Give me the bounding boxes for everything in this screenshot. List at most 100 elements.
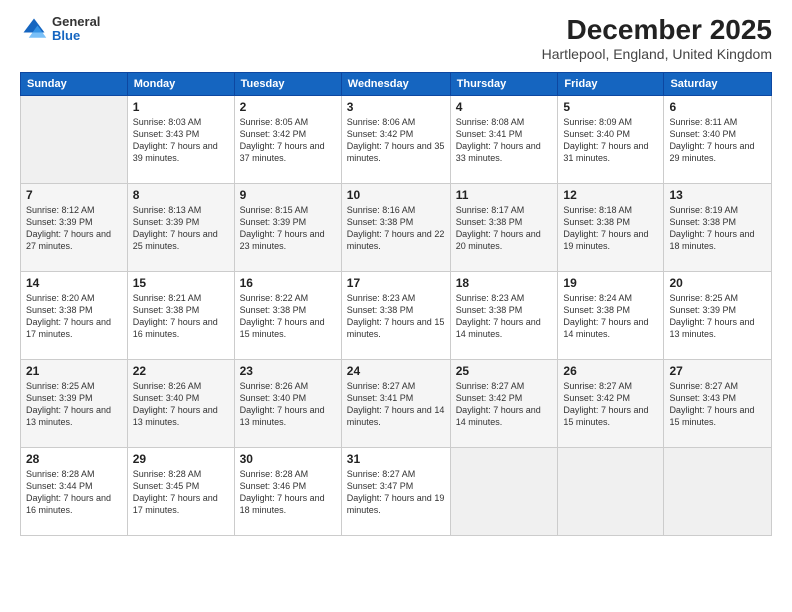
day-number: 23 xyxy=(240,364,336,378)
page: General Blue December 2025 Hartlepool, E… xyxy=(0,0,792,612)
day-cell: 29Sunrise: 8:28 AM Sunset: 3:45 PM Dayli… xyxy=(127,447,234,535)
day-cell: 20 Sunrise: 8:25 AM Sunset: 3:39 PM Dayli… xyxy=(664,271,772,359)
location: Hartlepool, England, United Kingdom xyxy=(542,46,772,62)
day-cell: 11 Sunrise: 8:17 AM Sunset: 3:38 PM Dayli… xyxy=(450,183,558,271)
day-number: 27 xyxy=(669,364,766,378)
day-number: 3 xyxy=(347,100,445,114)
day-number: 6 xyxy=(669,100,766,114)
day-info: Sunrise: 8:23 AM Sunset: 3:38 PM Dayligh… xyxy=(456,292,553,341)
calendar-body: 1 Sunrise: 8:03 AM Sunset: 3:43 PM Daylig… xyxy=(21,95,772,535)
week-row-4: 21 Sunrise: 8:25 AM Sunset: 3:39 PM Dayli… xyxy=(21,359,772,447)
day-number: 10 xyxy=(347,188,445,202)
day-cell: 8Sunrise: 8:13 AM Sunset: 3:39 PM Daylig… xyxy=(127,183,234,271)
day-info: Sunrise: 8:21 AM Sunset: 3:38 PM Dayligh… xyxy=(133,292,229,341)
day-number: 16 xyxy=(240,276,336,290)
day-info: Sunrise: 8:18 AM Sunset: 3:38 PM Dayligh… xyxy=(563,204,658,253)
day-info: Sunrise: 8:23 AM Sunset: 3:38 PM Dayligh… xyxy=(347,292,445,341)
day-cell xyxy=(664,447,772,535)
day-info: Sunrise: 8:15 AM Sunset: 3:39 PM Dayligh… xyxy=(240,204,336,253)
day-cell: 27 Sunrise: 8:27 AM Sunset: 3:43 PM Dayli… xyxy=(664,359,772,447)
day-number: 1 xyxy=(133,100,229,114)
day-cell: 5 Sunrise: 8:09 AM Sunset: 3:40 PM Daylig… xyxy=(558,95,664,183)
logo-general: General xyxy=(52,15,100,29)
day-number: 15 xyxy=(133,276,229,290)
day-cell: 7 Sunrise: 8:12 AM Sunset: 3:39 PM Daylig… xyxy=(21,183,128,271)
day-number: 26 xyxy=(563,364,658,378)
day-info: Sunrise: 8:25 AM Sunset: 3:39 PM Dayligh… xyxy=(669,292,766,341)
day-cell: 13Sunrise: 8:19 AM Sunset: 3:38 PM Dayli… xyxy=(664,183,772,271)
day-number: 12 xyxy=(563,188,658,202)
col-wednesday: Wednesday xyxy=(341,72,450,95)
day-info: Sunrise: 8:20 AM Sunset: 3:38 PM Dayligh… xyxy=(26,292,122,341)
day-number: 19 xyxy=(563,276,658,290)
day-number: 18 xyxy=(456,276,553,290)
header: General Blue December 2025 Hartlepool, E… xyxy=(20,15,772,62)
day-number: 24 xyxy=(347,364,445,378)
day-number: 17 xyxy=(347,276,445,290)
day-info: Sunrise: 8:16 AM Sunset: 3:38 PM Dayligh… xyxy=(347,204,445,253)
day-number: 20 xyxy=(669,276,766,290)
day-number: 21 xyxy=(26,364,122,378)
day-cell: 22 Sunrise: 8:26 AM Sunset: 3:40 PM Dayli… xyxy=(127,359,234,447)
week-row-1: 1 Sunrise: 8:03 AM Sunset: 3:43 PM Daylig… xyxy=(21,95,772,183)
day-info: Sunrise: 8:27 AM Sunset: 3:42 PM Dayligh… xyxy=(563,380,658,429)
day-cell: 24 Sunrise: 8:27 AM Sunset: 3:41 PM Dayli… xyxy=(341,359,450,447)
day-cell: 18 Sunrise: 8:23 AM Sunset: 3:38 PM Dayli… xyxy=(450,271,558,359)
day-info: Sunrise: 8:25 AM Sunset: 3:39 PM Dayligh… xyxy=(26,380,122,429)
logo-text: General Blue xyxy=(52,15,100,44)
day-number: 9 xyxy=(240,188,336,202)
day-info: Sunrise: 8:26 AM Sunset: 3:40 PM Dayligh… xyxy=(240,380,336,429)
day-cell: 9 Sunrise: 8:15 AM Sunset: 3:39 PM Daylig… xyxy=(234,183,341,271)
day-info: Sunrise: 8:17 AM Sunset: 3:38 PM Dayligh… xyxy=(456,204,553,253)
day-info: Sunrise: 8:12 AM Sunset: 3:39 PM Dayligh… xyxy=(26,204,122,253)
day-info: Sunrise: 8:24 AM Sunset: 3:38 PM Dayligh… xyxy=(563,292,658,341)
day-number: 11 xyxy=(456,188,553,202)
day-cell: 10 Sunrise: 8:16 AM Sunset: 3:38 PM Dayli… xyxy=(341,183,450,271)
day-number: 28 xyxy=(26,452,122,466)
day-cell: 31Sunrise: 8:27 AM Sunset: 3:47 PM Dayli… xyxy=(341,447,450,535)
day-number: 4 xyxy=(456,100,553,114)
day-cell: 17 Sunrise: 8:23 AM Sunset: 3:38 PM Dayli… xyxy=(341,271,450,359)
day-cell: 25 Sunrise: 8:27 AM Sunset: 3:42 PM Dayli… xyxy=(450,359,558,447)
col-monday: Monday xyxy=(127,72,234,95)
day-cell: 26 Sunrise: 8:27 AM Sunset: 3:42 PM Dayli… xyxy=(558,359,664,447)
day-info: Sunrise: 8:27 AM Sunset: 3:42 PM Dayligh… xyxy=(456,380,553,429)
col-friday: Friday xyxy=(558,72,664,95)
day-cell: 12 Sunrise: 8:18 AM Sunset: 3:38 PM Dayli… xyxy=(558,183,664,271)
day-cell xyxy=(450,447,558,535)
day-number: 8 xyxy=(133,188,229,202)
calendar-header: Sunday Monday Tuesday Wednesday Thursday… xyxy=(21,72,772,95)
day-info: Sunrise: 8:27 AM Sunset: 3:41 PM Dayligh… xyxy=(347,380,445,429)
day-number: 5 xyxy=(563,100,658,114)
week-row-3: 14Sunrise: 8:20 AM Sunset: 3:38 PM Dayli… xyxy=(21,271,772,359)
day-cell: 30Sunrise: 8:28 AM Sunset: 3:46 PM Dayli… xyxy=(234,447,341,535)
logo-icon xyxy=(20,15,48,43)
day-cell: 15 Sunrise: 8:21 AM Sunset: 3:38 PM Dayli… xyxy=(127,271,234,359)
day-number: 29 xyxy=(133,452,229,466)
day-cell: 16Sunrise: 8:22 AM Sunset: 3:38 PM Dayli… xyxy=(234,271,341,359)
day-cell: 28Sunrise: 8:28 AM Sunset: 3:44 PM Dayli… xyxy=(21,447,128,535)
day-info: Sunrise: 8:08 AM Sunset: 3:41 PM Dayligh… xyxy=(456,116,553,165)
day-info: Sunrise: 8:19 AM Sunset: 3:38 PM Dayligh… xyxy=(669,204,766,253)
day-number: 22 xyxy=(133,364,229,378)
day-cell: 4 Sunrise: 8:08 AM Sunset: 3:41 PM Daylig… xyxy=(450,95,558,183)
day-info: Sunrise: 8:03 AM Sunset: 3:43 PM Dayligh… xyxy=(133,116,229,165)
day-info: Sunrise: 8:27 AM Sunset: 3:43 PM Dayligh… xyxy=(669,380,766,429)
day-info: Sunrise: 8:06 AM Sunset: 3:42 PM Dayligh… xyxy=(347,116,445,165)
day-number: 2 xyxy=(240,100,336,114)
week-row-5: 28Sunrise: 8:28 AM Sunset: 3:44 PM Dayli… xyxy=(21,447,772,535)
day-info: Sunrise: 8:05 AM Sunset: 3:42 PM Dayligh… xyxy=(240,116,336,165)
day-cell xyxy=(21,95,128,183)
month-title: December 2025 xyxy=(542,15,772,46)
day-number: 25 xyxy=(456,364,553,378)
col-thursday: Thursday xyxy=(450,72,558,95)
day-number: 7 xyxy=(26,188,122,202)
day-info: Sunrise: 8:26 AM Sunset: 3:40 PM Dayligh… xyxy=(133,380,229,429)
header-row: Sunday Monday Tuesday Wednesday Thursday… xyxy=(21,72,772,95)
logo: General Blue xyxy=(20,15,100,44)
day-cell: 21 Sunrise: 8:25 AM Sunset: 3:39 PM Dayli… xyxy=(21,359,128,447)
col-sunday: Sunday xyxy=(21,72,128,95)
day-info: Sunrise: 8:09 AM Sunset: 3:40 PM Dayligh… xyxy=(563,116,658,165)
calendar: Sunday Monday Tuesday Wednesday Thursday… xyxy=(20,72,772,536)
day-info: Sunrise: 8:11 AM Sunset: 3:40 PM Dayligh… xyxy=(669,116,766,165)
